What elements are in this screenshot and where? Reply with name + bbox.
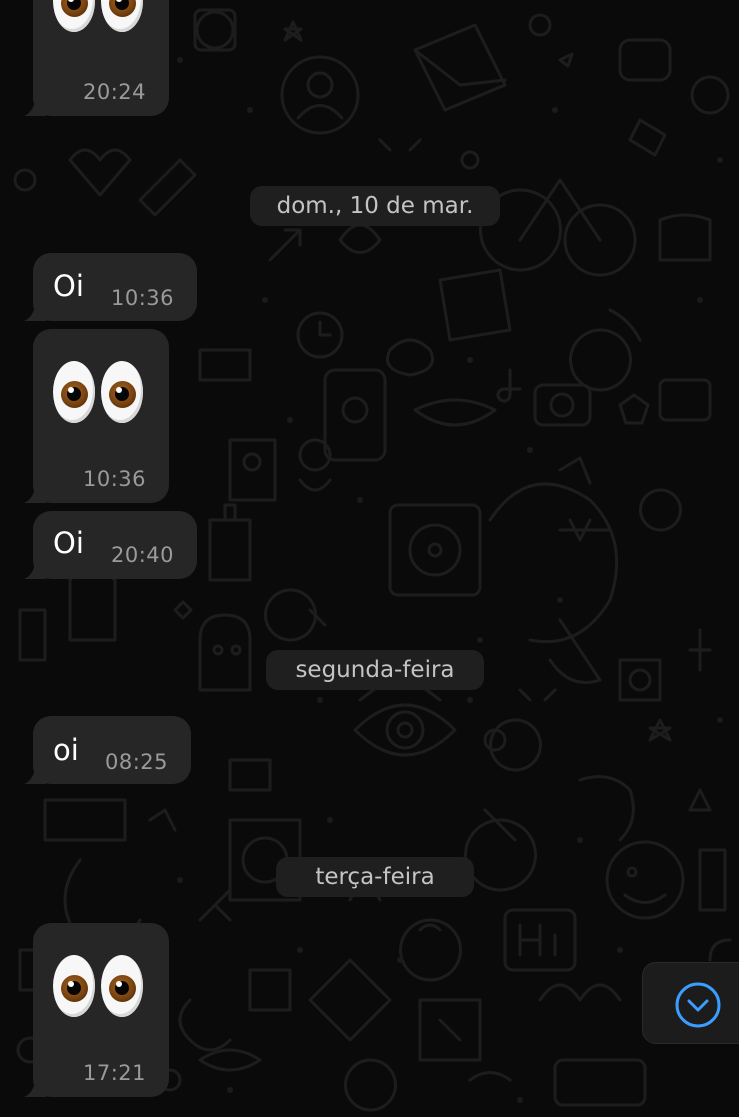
- bubble-tail: [24, 559, 46, 579]
- eye-right: [101, 0, 143, 32]
- eyes-emoji: [53, 361, 143, 423]
- message-bubble[interactable]: 17:21: [24, 923, 169, 1097]
- bubble-tail: [24, 483, 46, 503]
- chat-view[interactable]: 20:24 dom., 10 de mar. Oi 10:36 10:36 Oi…: [0, 0, 739, 1117]
- date-separator: dom., 10 de mar.: [250, 186, 500, 226]
- eye-right: [101, 955, 143, 1017]
- date-separator: terça-feira: [276, 857, 474, 897]
- message-text: Oi: [53, 269, 84, 303]
- bubble-tail: [24, 96, 46, 116]
- date-separator: segunda-feira: [266, 650, 484, 690]
- bubble-tail: [24, 1077, 46, 1097]
- eye-left: [53, 361, 95, 423]
- message-bubble[interactable]: 20:24: [24, 0, 169, 116]
- eye-right: [101, 361, 143, 423]
- scroll-to-bottom-button[interactable]: [642, 962, 739, 1044]
- eyes-emoji: [53, 0, 143, 32]
- eyes-emoji: [53, 955, 143, 1017]
- message-bubble[interactable]: Oi 10:36: [24, 253, 197, 321]
- message-bubble[interactable]: Oi 20:40: [24, 511, 197, 579]
- message-time: 20:40: [111, 543, 175, 567]
- bubble-tail: [24, 301, 46, 321]
- bubble-tail: [24, 764, 46, 784]
- eye-left: [53, 0, 95, 32]
- message-bubble[interactable]: oi 08:25: [24, 716, 191, 784]
- message-text: oi: [53, 733, 79, 767]
- message-time: 20:24: [83, 80, 147, 104]
- message-time: 10:36: [111, 286, 175, 310]
- message-time: 17:21: [83, 1061, 147, 1085]
- message-text: Oi: [53, 526, 84, 560]
- message-time: 10:36: [83, 467, 147, 491]
- eye-left: [53, 955, 95, 1017]
- chevron-down-circle-icon: [675, 982, 721, 1028]
- message-bubble[interactable]: 10:36: [24, 329, 169, 503]
- message-time: 08:25: [105, 750, 169, 774]
